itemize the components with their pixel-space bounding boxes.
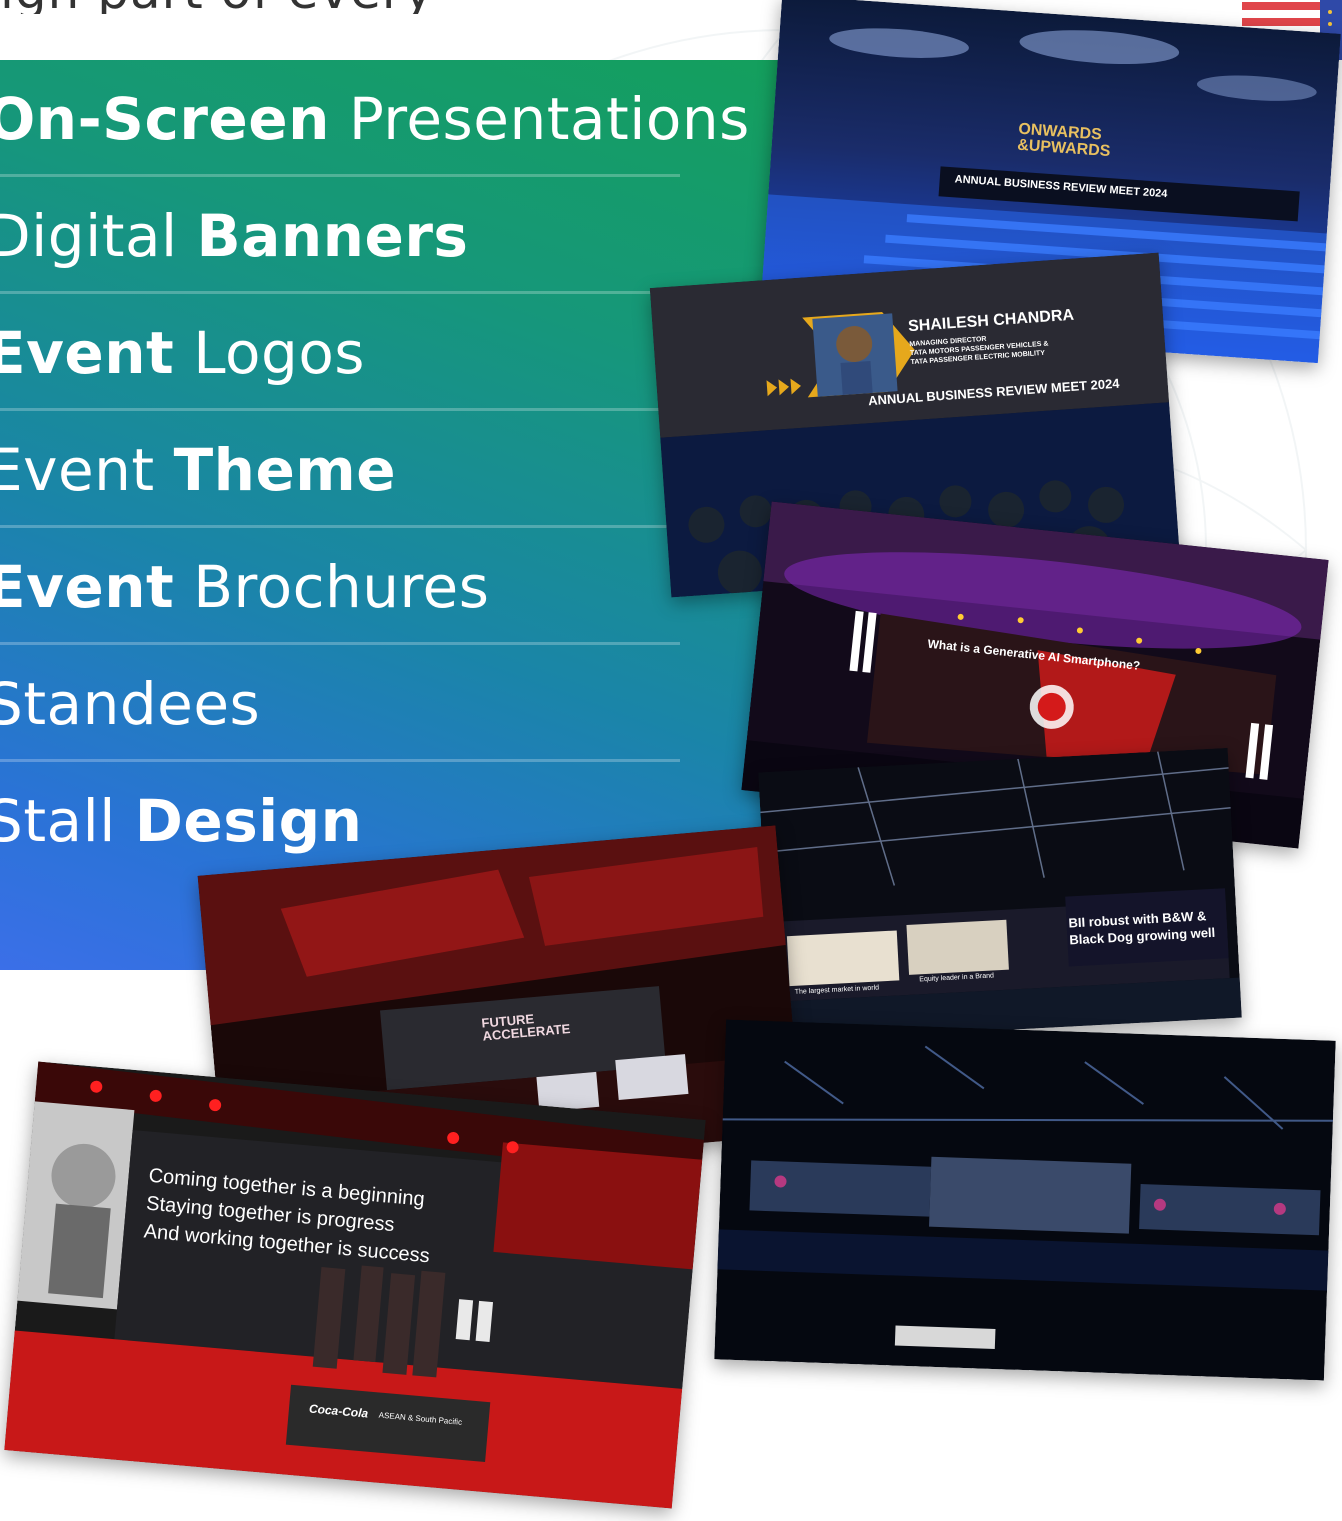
- services-list: On-Screen Presentations Digital Banners …: [0, 60, 760, 879]
- photo-bii-stage: BII robust with B&W & Black Dog growing …: [758, 747, 1242, 1043]
- intro-text-fragment: ign part of every: [0, 0, 500, 14]
- service-item-standees: Standees: [0, 645, 760, 762]
- service-item-event-theme: Event Theme: [0, 411, 760, 528]
- service-item-event-brochures: Event Brochures: [0, 528, 760, 645]
- photo-dark-blue-stage: [714, 1019, 1336, 1381]
- photo-coca-cola-quote-stage: Coming together is a beginning Staying t…: [4, 1061, 706, 1509]
- service-item-digital-banners: Digital Banners: [0, 177, 760, 294]
- service-item-on-screen-presentations: On-Screen Presentations: [0, 60, 760, 177]
- service-item-event-logos: Event Logos: [0, 294, 760, 411]
